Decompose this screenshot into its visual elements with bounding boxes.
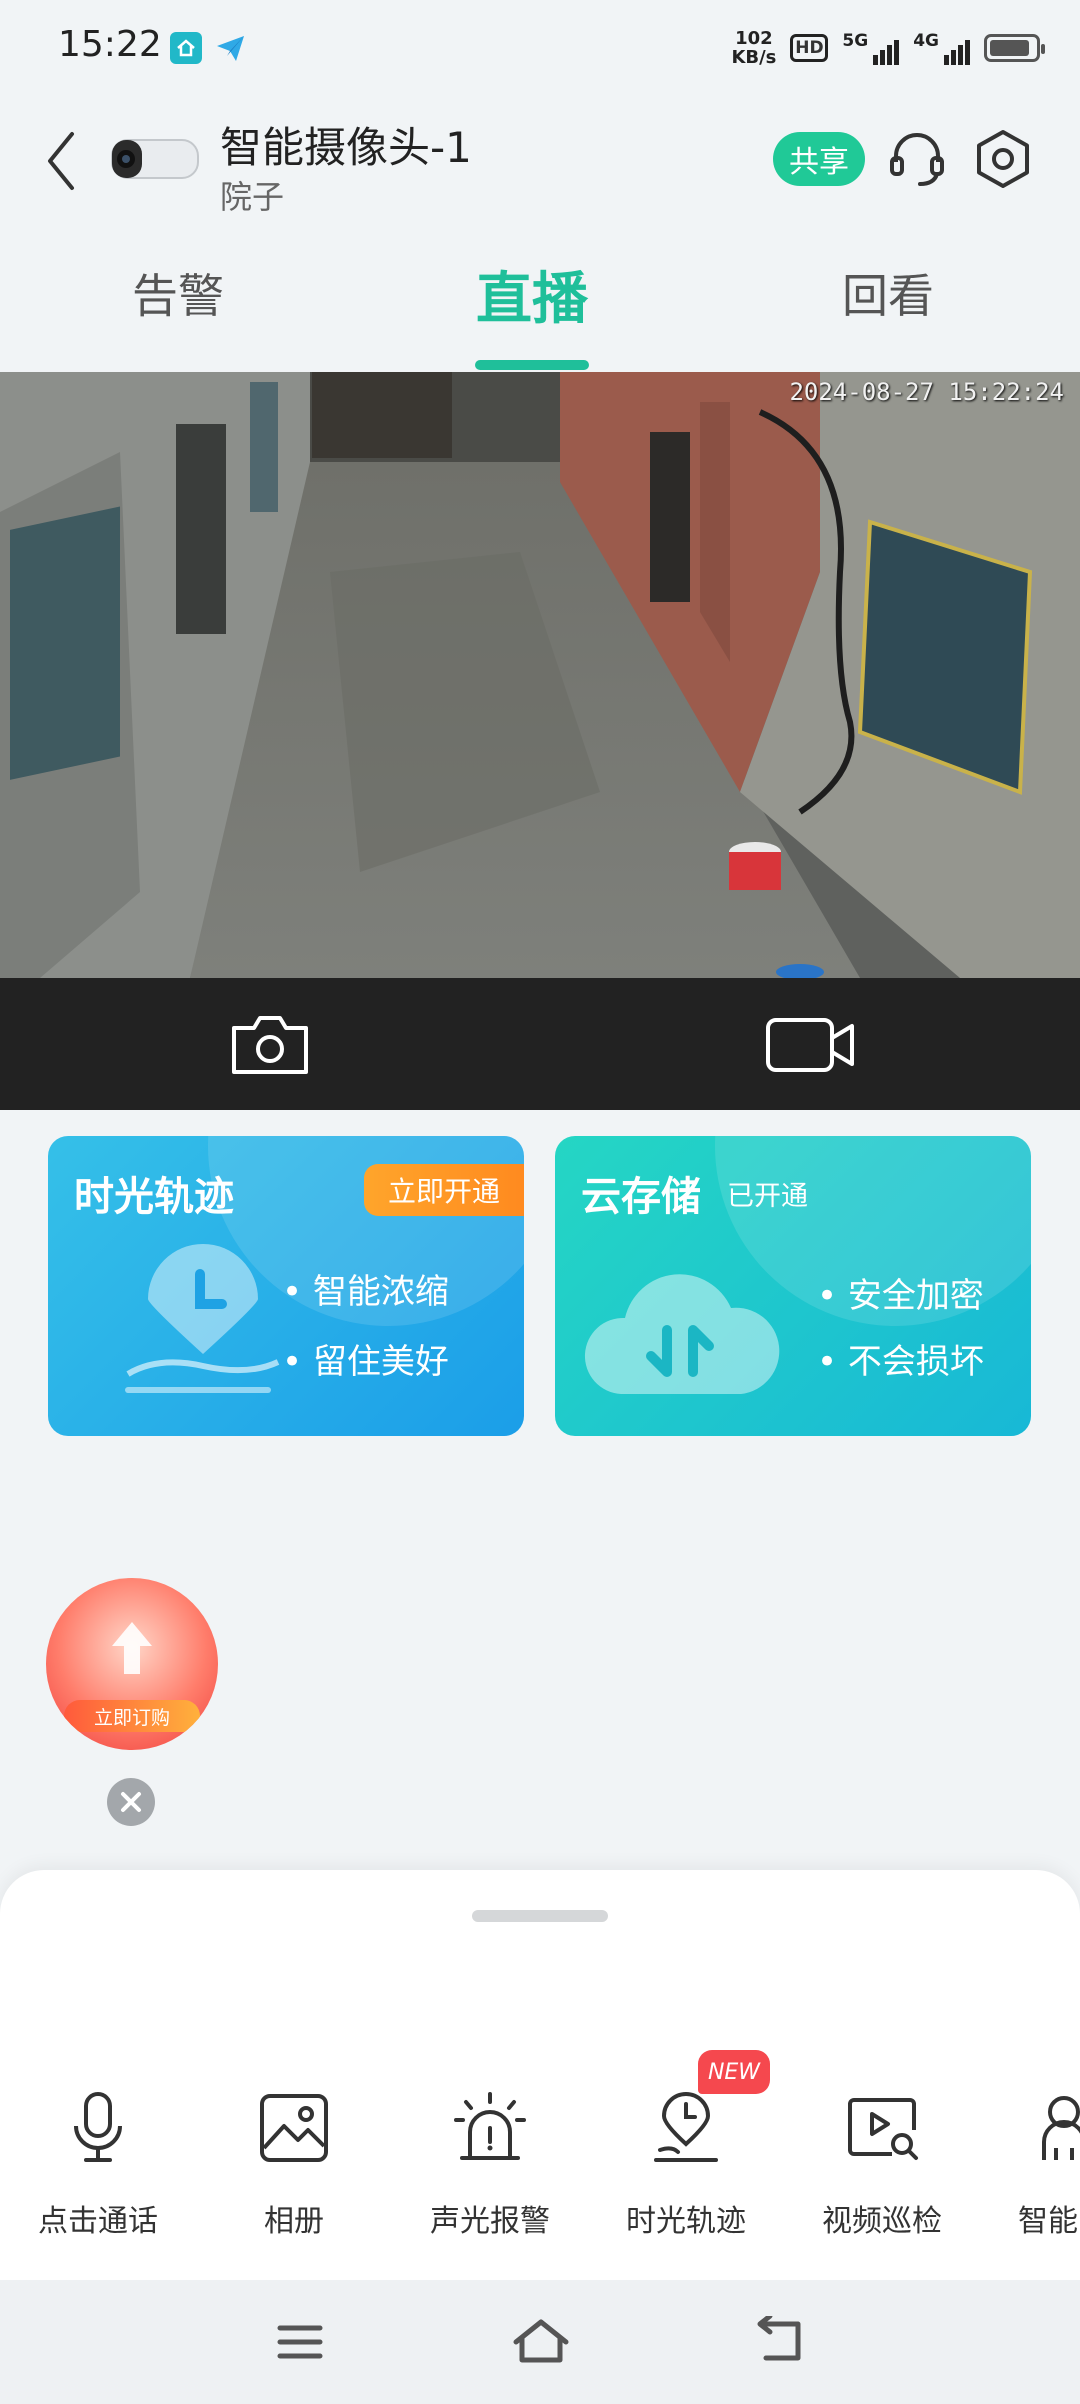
timelapse-icon — [648, 2090, 724, 2166]
signal-4g-icon: 4G — [913, 31, 970, 65]
back-icon[interactable] — [752, 2313, 806, 2366]
tab-live[interactable]: 直播 — [476, 254, 588, 335]
function-album[interactable]: 相册 — [196, 2090, 392, 2260]
active-tab-indicator — [475, 360, 589, 370]
record-video-icon[interactable] — [764, 1012, 858, 1078]
function-panel: 点击通话 相册 声光报警 NEW 时光轨迹 视频巡检 智能 — [0, 1870, 1080, 2280]
function-timelapse[interactable]: NEW 时光轨迹 — [588, 2050, 784, 2260]
timelapse-card-title: 时光轨迹 — [74, 1174, 234, 1220]
function-siren-alarm[interactable]: 声光报警 — [392, 2090, 588, 2260]
signal-5g-icon: 5G — [842, 31, 900, 65]
new-badge: NEW — [698, 2050, 770, 2094]
status-time: 15:22 — [58, 24, 162, 65]
function-smart[interactable]: 智能 — [980, 2090, 1080, 2260]
function-voice-call[interactable]: 点击通话 — [0, 2090, 196, 2260]
promo-order-button[interactable]: 立即订购 — [64, 1700, 200, 1732]
smart-icon — [1034, 2090, 1080, 2166]
drag-handle[interactable] — [472, 1910, 608, 1922]
microphone-icon — [60, 2090, 136, 2166]
timelapse-feature: • 智能浓缩 — [282, 1272, 449, 1312]
network-speed: 102 KB/s — [731, 28, 777, 68]
function-video-inspection[interactable]: 视频巡检 — [784, 2090, 980, 2260]
tab-playback[interactable]: 回看 — [842, 260, 934, 326]
home-app-notification-icon — [170, 32, 202, 64]
live-video-feed[interactable]: 2024-08-27 15:22:24 — [0, 372, 1080, 978]
view-tabs: 告警 直播 回看 — [0, 226, 1080, 372]
device-header: 智能摄像头-1 院子 共享 — [0, 96, 1080, 226]
send-app-notification-icon — [214, 32, 248, 64]
tab-alerts[interactable]: 告警 — [132, 260, 224, 326]
close-ad-icon[interactable] — [107, 1778, 155, 1826]
timelapse-promo-card[interactable]: 时光轨迹 立即开通 • 智能浓缩 • 留住美好 — [48, 1136, 524, 1436]
upload-arrow-icon — [108, 1618, 156, 1678]
album-icon — [256, 2090, 332, 2166]
cloud-status: 已开通 — [727, 1181, 808, 1212]
timelapse-feature: • 留住美好 — [282, 1342, 449, 1382]
camera-scene-image — [0, 372, 1080, 978]
timelapse-location-clock-icon — [108, 1244, 298, 1404]
customer-service-icon[interactable] — [884, 126, 950, 192]
status-bar: 15:22 102 KB/s HD 5G 4G — [0, 0, 1080, 96]
alarm-light-icon — [452, 2090, 528, 2166]
timelapse-activate-button[interactable]: 立即开通 — [364, 1164, 524, 1216]
recent-apps-menu-icon[interactable] — [276, 2322, 324, 2362]
video-control-bar — [0, 978, 1080, 1110]
cloud-card-title: 云存储 — [581, 1174, 701, 1220]
floating-promo-ad[interactable]: 立即订购 — [46, 1578, 218, 1750]
cloud-feature: • 不会损坏 — [817, 1342, 984, 1382]
cloud-feature: • 安全加密 — [817, 1276, 984, 1316]
device-name: 智能摄像头-1 — [220, 123, 472, 172]
cloud-storage-card[interactable]: 云存储 已开通 • 安全加密 • 不会损坏 — [555, 1136, 1031, 1436]
screenshot-camera-icon[interactable] — [228, 1012, 312, 1078]
home-icon[interactable] — [510, 2316, 572, 2366]
share-button[interactable]: 共享 — [773, 132, 865, 186]
battery-icon — [984, 34, 1045, 62]
hd-voice-icon: HD — [790, 34, 829, 62]
back-arrow-icon[interactable] — [40, 126, 84, 196]
settings-gear-icon[interactable] — [970, 126, 1036, 192]
device-location: 院子 — [220, 178, 285, 216]
system-nav-bar — [0, 2280, 1080, 2404]
cloud-transfer-icon — [581, 1252, 780, 1412]
camera-device-icon — [106, 130, 202, 186]
video-timestamp: 2024-08-27 15:22:24 — [789, 378, 1064, 406]
video-inspect-icon — [844, 2090, 920, 2166]
